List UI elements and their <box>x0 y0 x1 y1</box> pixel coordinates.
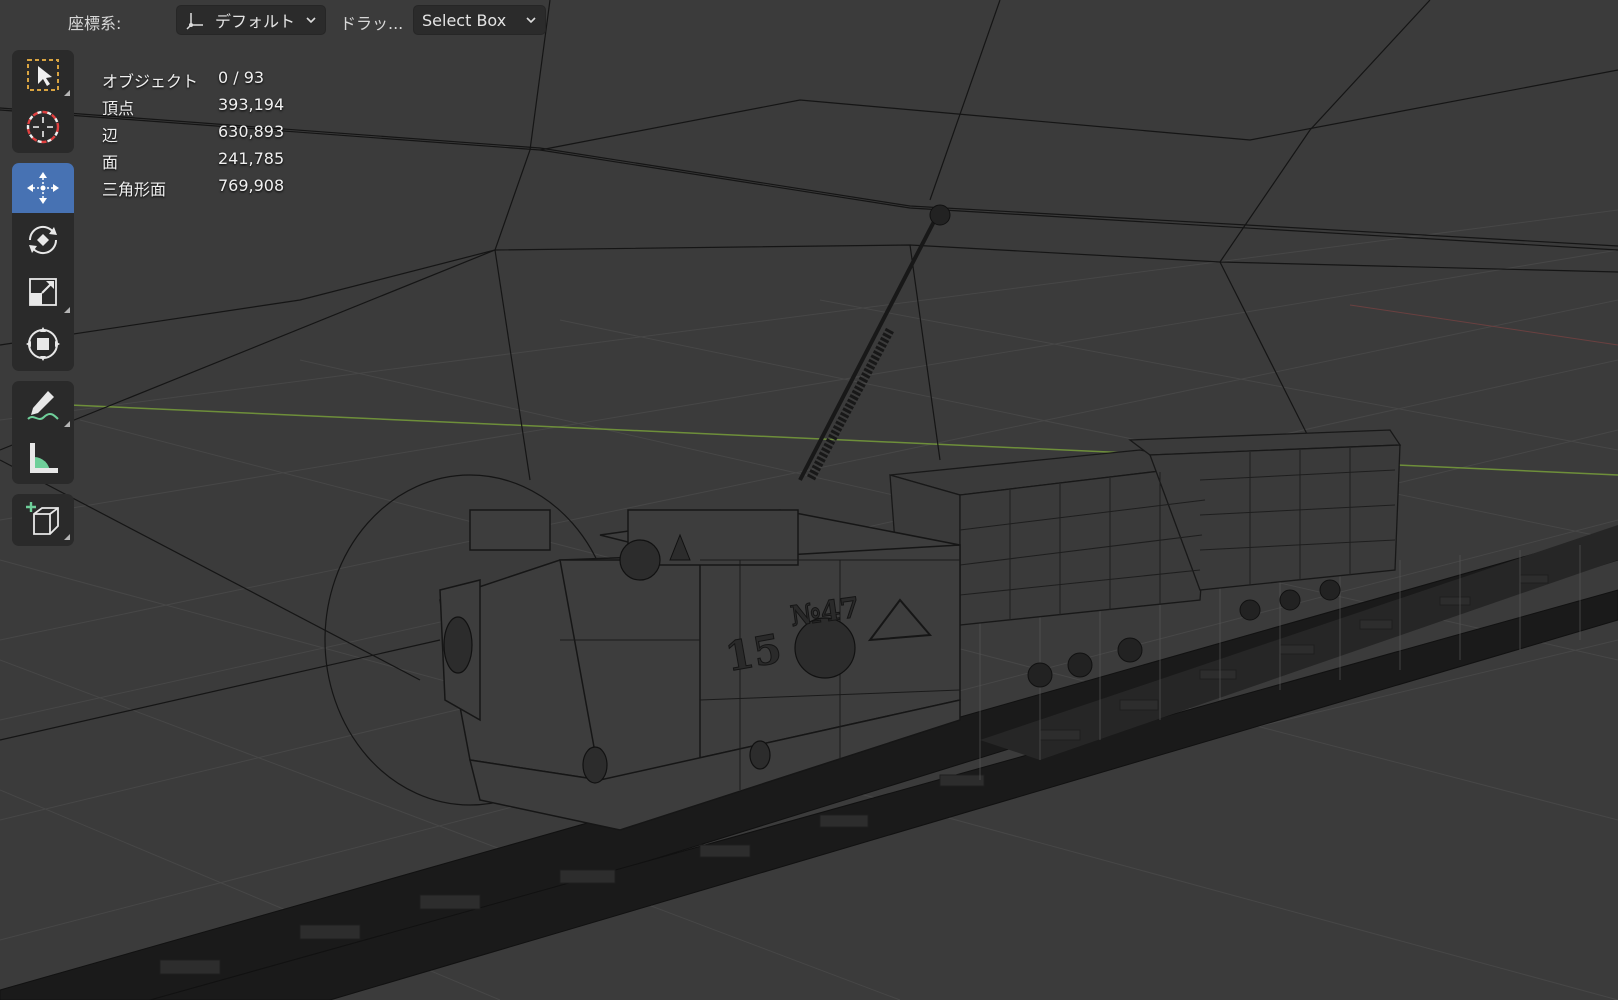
orientation-dropdown[interactable]: デフォルト <box>176 5 326 35</box>
transform-icon <box>26 327 60 361</box>
measure-icon <box>30 443 58 473</box>
stat-value: 0 / 93 <box>218 68 265 87</box>
stat-value: 769,908 <box>218 176 285 195</box>
stat-label: 三角形面 <box>102 180 167 199</box>
transform-tool[interactable] <box>12 319 74 369</box>
tool-group-select <box>12 50 74 153</box>
annotate-tool[interactable] <box>12 381 74 431</box>
stat-value: 630,893 <box>218 122 285 141</box>
chevron-down-icon <box>306 17 316 24</box>
chevron-down-icon <box>526 17 536 24</box>
stat-value: 393,194 <box>218 95 285 114</box>
tool-submenu-indicator <box>64 307 70 313</box>
tool-group-transform <box>12 163 74 371</box>
cursor-icon <box>26 110 60 144</box>
scale-tool[interactable] <box>12 267 74 317</box>
tool-submenu-indicator <box>64 421 70 427</box>
select-box-tool[interactable] <box>12 50 74 100</box>
drag-label: ドラッ... <box>340 14 404 33</box>
add-cube-icon <box>26 502 59 535</box>
stat-label: 頂点 <box>102 99 135 118</box>
tool-submenu-indicator <box>64 534 70 540</box>
drag-action-value: Select Box <box>422 10 507 30</box>
tool-group-add <box>12 494 74 546</box>
measure-tool[interactable] <box>12 433 74 483</box>
stat-label: 辺 <box>102 126 119 145</box>
transform-orientation-icon <box>186 13 203 30</box>
loco-number: 15 <box>722 625 785 681</box>
orientation-label: 座標系: <box>68 14 122 33</box>
stat-label: オブジェクト <box>102 72 199 91</box>
move-icon <box>27 172 59 204</box>
select-box-icon <box>27 59 59 91</box>
scale-icon <box>29 278 57 306</box>
stat-label: 面 <box>102 153 119 172</box>
stat-value: 241,785 <box>218 149 285 168</box>
move-tool[interactable] <box>12 163 74 213</box>
viewport-header: 座標系: デフォルト ドラッ... Select Box <box>0 0 1618 40</box>
tool-group-annotate <box>12 381 74 484</box>
cursor-tool[interactable] <box>12 102 74 152</box>
3d-viewport[interactable]: 15 №47 座標系: デフォルト ドラッ... Select Box オブジェ… <box>0 0 1618 1000</box>
rotate-icon <box>28 225 58 255</box>
tool-submenu-indicator <box>64 90 70 96</box>
rotate-tool[interactable] <box>12 215 74 265</box>
orientation-value: デフォルト <box>215 12 296 31</box>
drag-action-dropdown[interactable]: Select Box <box>413 5 546 35</box>
add-cube-tool[interactable] <box>12 494 74 544</box>
annotate-icon <box>27 391 59 420</box>
